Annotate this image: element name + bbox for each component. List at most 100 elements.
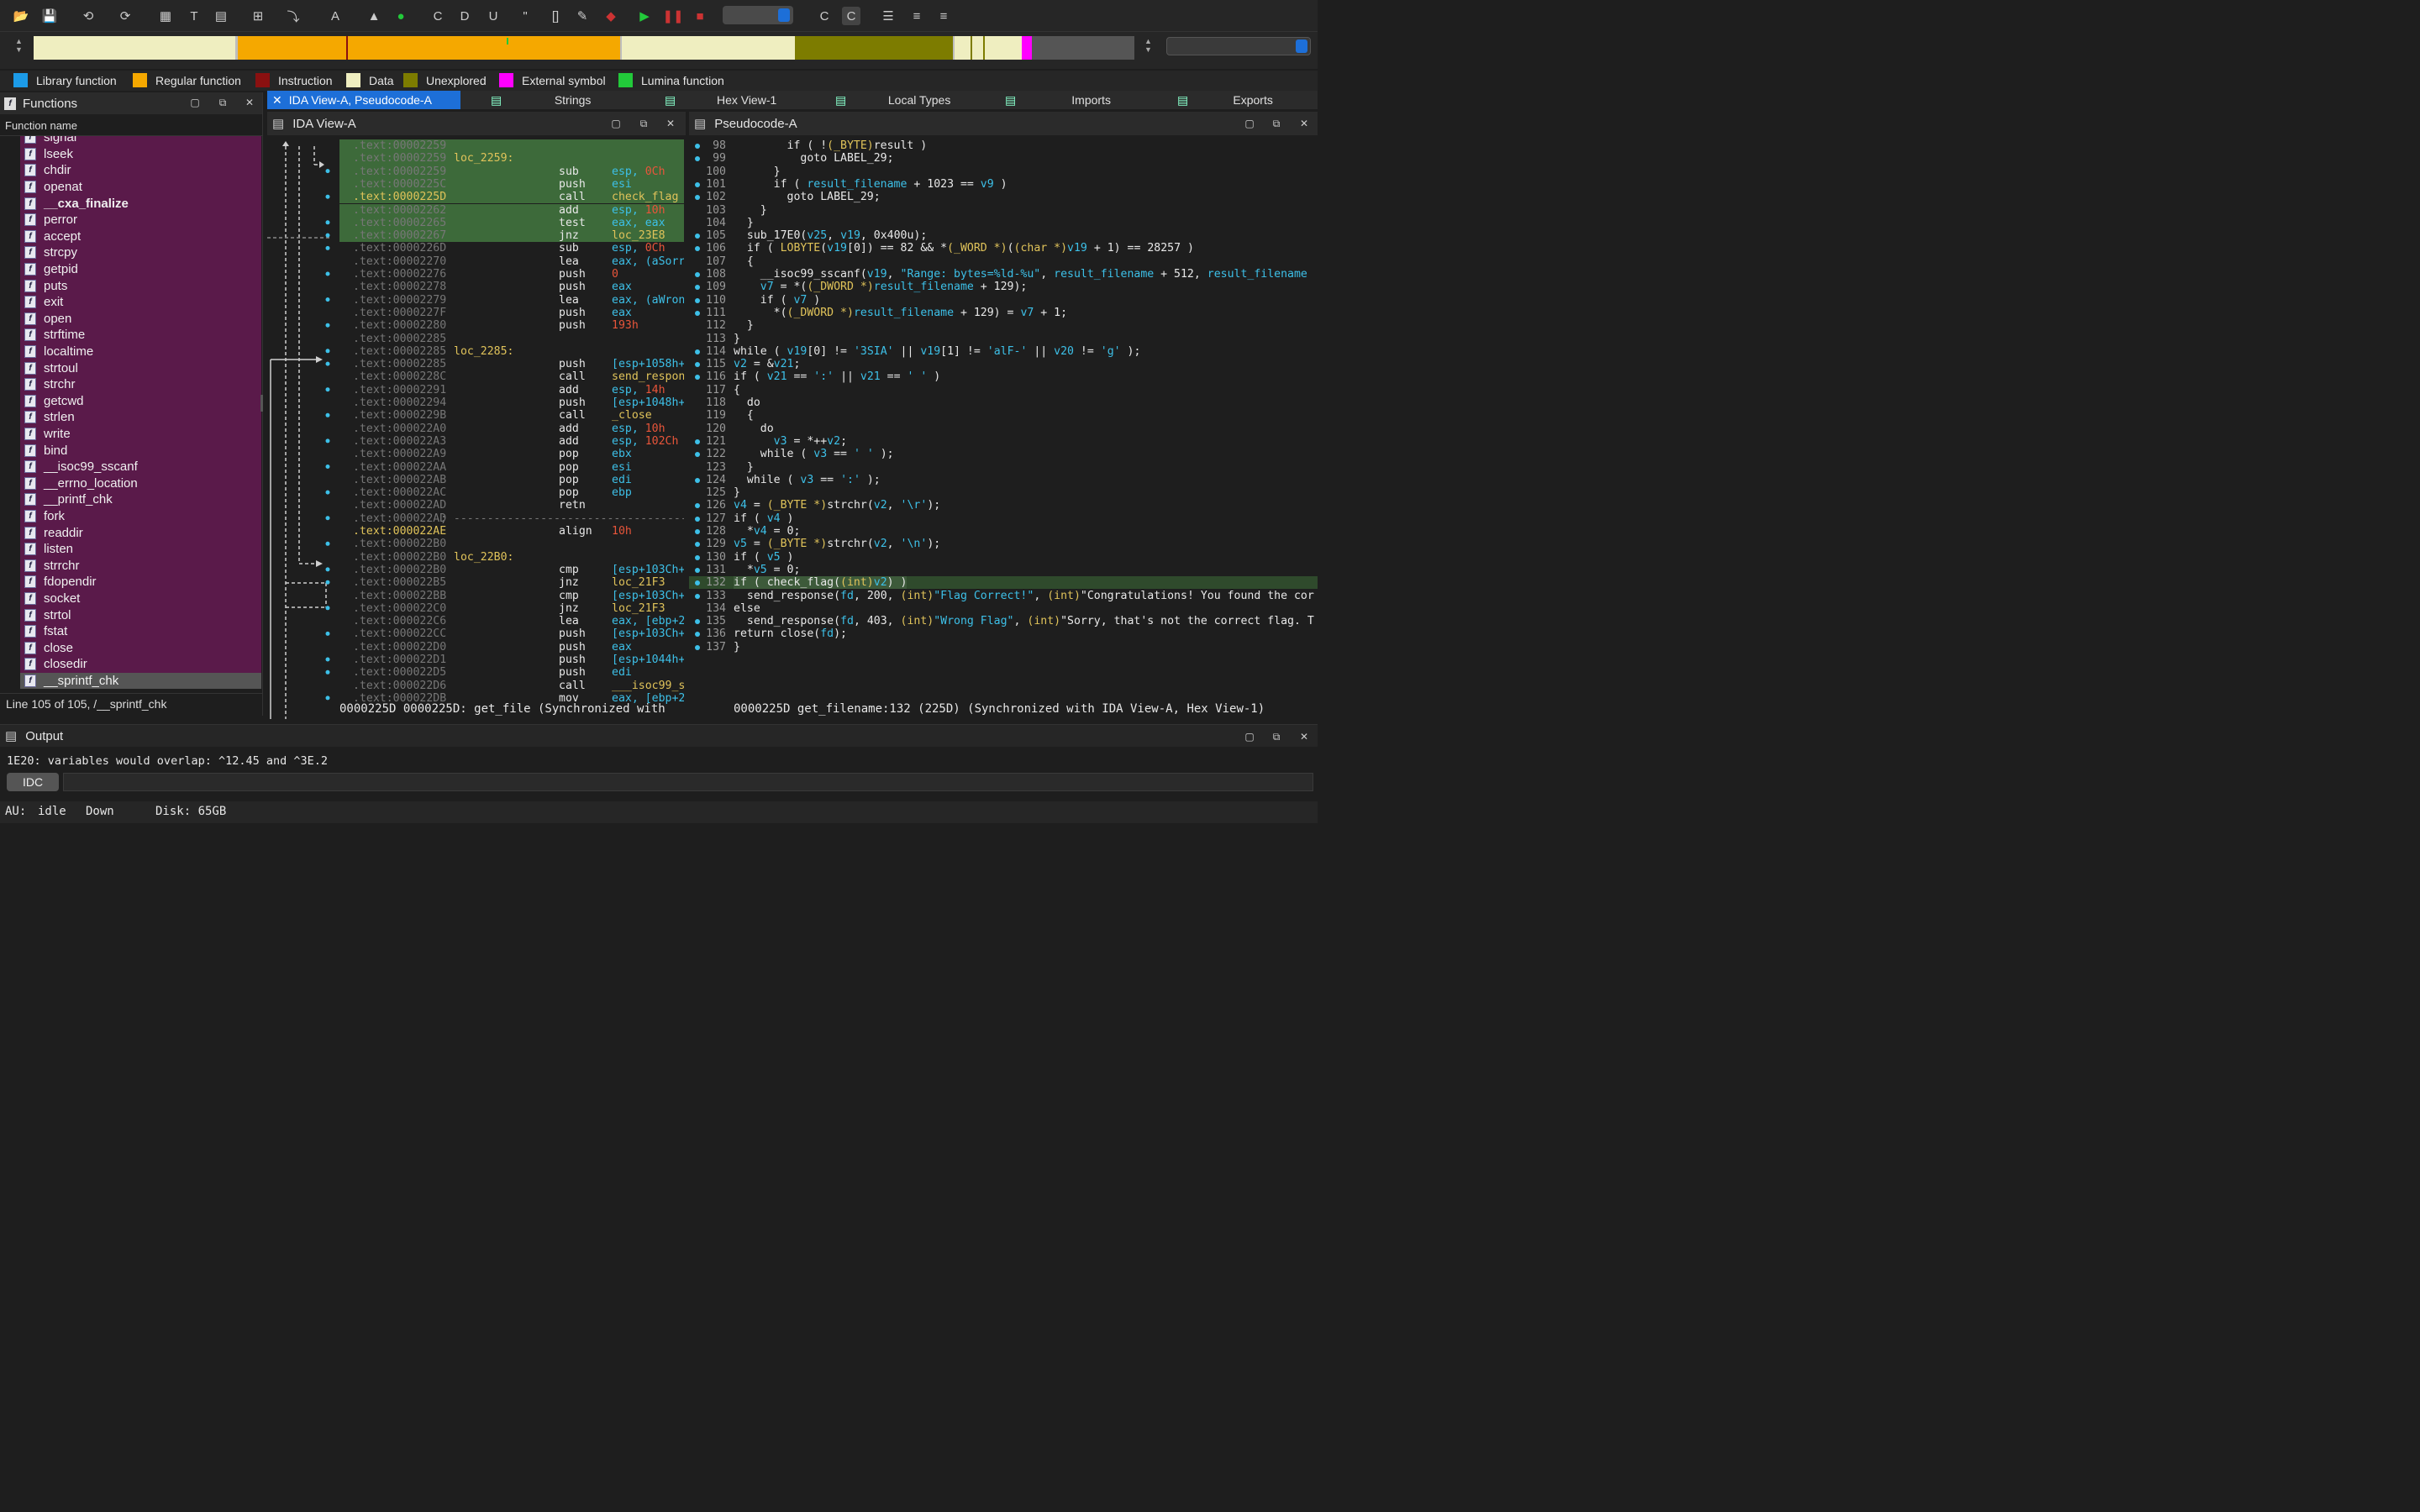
- asm-line[interactable]: .text:000022B0 loc_22B0:: [339, 551, 684, 564]
- breakpoint-dot[interactable]: [325, 297, 330, 302]
- breakpoint-dot[interactable]: [695, 542, 700, 548]
- breakpoint-icon[interactable]: ▲: [365, 7, 383, 25]
- breakpoint-dot[interactable]: [325, 465, 330, 469]
- pseudocode-line[interactable]: 101 if ( result_filename + 1023 == v9 ): [689, 178, 1318, 191]
- lumina-icon[interactable]: ●: [392, 7, 410, 25]
- string-icon[interactable]: ": [516, 7, 534, 25]
- pseudocode-line[interactable]: 130 if ( v5 ): [689, 551, 1318, 564]
- asm-line[interactable]: .text:00002267 jnz loc_23E8: [339, 229, 684, 243]
- function-item[interactable]: f strftime: [20, 327, 261, 344]
- breakpoint-dot[interactable]: [695, 438, 700, 444]
- minimize-icon[interactable]: ▢: [609, 117, 623, 130]
- breakpoint-dot[interactable]: [325, 245, 330, 250]
- pseudocode-line[interactable]: 118 do: [689, 396, 1318, 409]
- asm-line[interactable]: .text:00002259 sub esp, 0Ch: [339, 165, 684, 178]
- float-icon[interactable]: ⧉: [216, 96, 229, 109]
- asm-line[interactable]: .text:0000228C call send_respon: [339, 370, 684, 383]
- pseudocode-line[interactable]: 128 *v4 = 0;: [689, 525, 1318, 538]
- asm-line[interactable]: .text:00002270 lea eax, (aSorr: [339, 255, 684, 268]
- function-item[interactable]: f lseek: [20, 146, 261, 163]
- function-item[interactable]: f open: [20, 311, 261, 328]
- pseudocode-line[interactable]: 112 }: [689, 319, 1318, 332]
- function-item[interactable]: f fork: [20, 508, 261, 525]
- minimize-icon[interactable]: ▢: [188, 96, 202, 109]
- graph-view-icon[interactable]: ⊞: [249, 7, 267, 25]
- breakpoint-dot[interactable]: [325, 541, 330, 546]
- scrollbar[interactable]: [260, 395, 263, 412]
- pseudocode-line[interactable]: 100 }: [689, 165, 1318, 178]
- save-icon[interactable]: 💾: [40, 7, 59, 25]
- attach-icon[interactable]: C: [815, 7, 834, 25]
- open-folder-icon[interactable]: 📂: [12, 7, 30, 25]
- pseudocode-line[interactable]: 107 {: [689, 255, 1318, 268]
- breakpoint-dot[interactable]: [695, 477, 700, 483]
- function-item[interactable]: f __printf_chk: [20, 491, 261, 508]
- breakpoint-dot[interactable]: [695, 452, 700, 458]
- asm-line[interactable]: .text:000022AC pop ebp: [339, 486, 684, 499]
- nav-address-combo[interactable]: [1166, 37, 1311, 55]
- breakpoint-dot[interactable]: [695, 144, 700, 149]
- breakpoint-dot[interactable]: [695, 375, 700, 381]
- breakpoint-dot[interactable]: [695, 567, 700, 573]
- array-icon[interactable]: []: [546, 7, 565, 25]
- step-icon[interactable]: ⤵: [284, 7, 302, 25]
- edit-icon[interactable]: ✎: [573, 7, 592, 25]
- run-icon[interactable]: ▶: [635, 7, 654, 25]
- asm-line[interactable]: .text:000022D0 push eax: [339, 641, 684, 654]
- breakpoint-dot[interactable]: [325, 696, 330, 701]
- asm-line[interactable]: .text:00002278 push eax: [339, 281, 684, 293]
- jump-forward-icon[interactable]: ⟳: [116, 7, 134, 25]
- code-icon[interactable]: C: [429, 7, 447, 25]
- pseudocode-line[interactable]: 124 while ( v3 == ':' );: [689, 474, 1318, 486]
- breakpoint-dot[interactable]: [325, 580, 330, 585]
- asm-line[interactable]: .text:00002259: [339, 139, 684, 153]
- breakpoint-dot[interactable]: [325, 220, 330, 225]
- asm-line[interactable]: .text:000022C6 lea eax, [ebp+2: [339, 615, 684, 627]
- detach-icon[interactable]: C: [842, 7, 860, 25]
- function-item[interactable]: f __cxa_finalize: [20, 195, 261, 212]
- idc-command-input[interactable]: [63, 773, 1313, 791]
- function-item[interactable]: f __isoc99_sscanf: [20, 459, 261, 475]
- close-icon[interactable]: ✕: [1297, 730, 1311, 743]
- function-item[interactable]: f getcwd: [20, 393, 261, 410]
- new-struct-icon[interactable]: ▦: [156, 7, 175, 25]
- breakpoint-dot[interactable]: [695, 285, 700, 291]
- float-icon[interactable]: ⧉: [1270, 730, 1283, 743]
- function-item[interactable]: f strchr: [20, 376, 261, 393]
- pseudocode-line[interactable]: 122 while ( v3 == ' ' );: [689, 448, 1318, 460]
- pseudocode-line[interactable]: 111 *((_DWORD *)result_filename + 129) =…: [689, 307, 1318, 319]
- text-view-icon[interactable]: T: [185, 7, 203, 25]
- breakpoint-dot[interactable]: [325, 438, 330, 444]
- asm-line[interactable]: .text:0000226D sub esp, 0Ch: [339, 242, 684, 255]
- asm-line[interactable]: .text:000022B5 jnz loc_21F3: [339, 576, 684, 589]
- terminate-icon[interactable]: ■: [691, 7, 709, 25]
- asm-line[interactable]: .text:000022D6 call ___isoc99_s: [339, 680, 684, 692]
- asm-line[interactable]: .text:000022B0: [339, 538, 684, 550]
- function-item[interactable]: f puts: [20, 277, 261, 294]
- breakpoint-dot[interactable]: [695, 310, 700, 316]
- tab-3[interactable]: ▤ Local Types: [829, 91, 992, 109]
- nav-right-arrow-icon[interactable]: ▲ ▼: [1144, 37, 1152, 54]
- pause-icon[interactable]: ❚❚: [662, 7, 683, 25]
- functions-list[interactable]: f signal f lseek f chdir f openat f __cxa_finaliz…: [20, 136, 261, 689]
- breakpoint-dot[interactable]: [325, 657, 330, 662]
- asm-line[interactable]: .text:0000225D call check_flag: [339, 191, 684, 204]
- function-item[interactable]: f fdopendir: [20, 574, 261, 591]
- asm-line[interactable]: .text:00002279 lea eax, (aWron: [339, 294, 684, 307]
- asm-line[interactable]: .text:00002276 push 0: [339, 268, 684, 281]
- function-item[interactable]: f bind: [20, 442, 261, 459]
- function-item[interactable]: f strrchr: [20, 558, 261, 575]
- pseudocode-line[interactable]: 129 v5 = (_BYTE *)strchr(v2, '\n');: [689, 538, 1318, 550]
- pseudocode-line[interactable]: 125}: [689, 486, 1318, 499]
- function-item[interactable]: f readdir: [20, 524, 261, 541]
- asm-line[interactable]: .text:00002294 push [esp+1048h+: [339, 396, 684, 409]
- asm-line[interactable]: .text:000022A3 add esp, 102Ch: [339, 435, 684, 448]
- pseudocode-line[interactable]: 106 if ( LOBYTE(v19[0]) == 82 && *(_WORD…: [689, 242, 1318, 255]
- pseudocode-line[interactable]: 137}: [689, 641, 1318, 654]
- breakpoint-dot[interactable]: [325, 361, 330, 366]
- pseudocode-line[interactable]: 102 goto LABEL_29;: [689, 191, 1318, 203]
- breakpoint-dot[interactable]: [695, 580, 700, 586]
- function-item[interactable]: f signal: [20, 136, 261, 146]
- asm-line[interactable]: .text:0000229B call _close: [339, 409, 684, 422]
- pseudocode-line[interactable]: 98 if ( !(_BYTE)result ): [689, 139, 1318, 152]
